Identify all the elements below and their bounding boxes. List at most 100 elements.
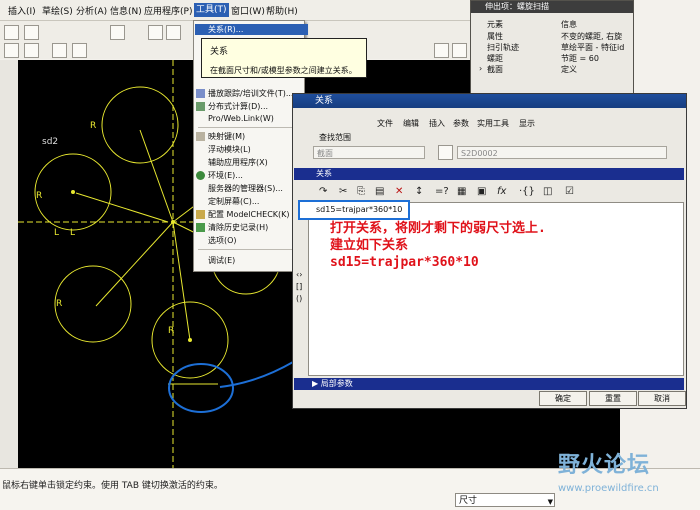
menu-item-environment[interactable]: 环境(E)... — [208, 170, 243, 181]
menu-separator — [198, 249, 298, 250]
status-message: 鼠标右键单击锁定约束。使用 TAB 键切换激活的约束。 — [2, 481, 223, 491]
operators-icon[interactable]: ·{} — [519, 186, 535, 197]
side-chevron-icon[interactable]: ‹› — [296, 270, 302, 279]
annotation-line: 建立如下关系 — [330, 238, 409, 253]
play-trail-icon — [196, 89, 205, 98]
dialog-menu-display[interactable]: 显示 — [519, 118, 535, 129]
feature-row-name[interactable]: 螺距 — [487, 53, 503, 64]
distributed-computing-icon — [196, 102, 205, 111]
help-pointer-icon[interactable] — [52, 43, 67, 58]
modelcheck-icon — [196, 210, 205, 219]
menu-item-play-trail[interactable]: 播放跟踪/培训文件(T)... — [208, 88, 293, 99]
watermark-url: www.proewildfire.cn — [558, 483, 659, 494]
feature-info-panel: 伸出项：螺旋扫描 元素 信息 属性 不变的螺距, 右旋 扫引轨迹 草绘平面 - … — [470, 0, 634, 94]
cancel-button[interactable]: 取消 — [638, 391, 686, 406]
ok-button[interactable]: 确定 — [539, 391, 587, 406]
paste-icon[interactable]: ▤ — [375, 186, 384, 197]
sort-icon[interactable]: ◫ — [543, 186, 552, 197]
switch-dims-icon[interactable]: ↕ — [415, 186, 423, 197]
feature-row-value: 节距 = 60 — [561, 54, 599, 63]
annotation-line: 打开关系，将刚才剩下的弱尺寸选上. — [330, 221, 546, 236]
menu-item-relations[interactable]: 关系(R)... — [195, 24, 308, 35]
reset-button[interactable]: 重置 — [589, 391, 637, 406]
function-icon[interactable]: fx — [497, 186, 506, 197]
model-select[interactable]: S2D0002 — [457, 146, 667, 159]
undo-icon[interactable] — [4, 25, 19, 40]
evaluate-icon[interactable]: =? — [435, 186, 449, 197]
view-icon[interactable] — [110, 25, 125, 40]
check-icon[interactable]: ☑ — [565, 186, 574, 197]
line-tool-icon[interactable] — [434, 43, 449, 58]
arc-tool-icon[interactable] — [452, 43, 467, 58]
relations-section-header[interactable]: 关系 — [294, 168, 684, 180]
parameters-icon[interactable]: ▣ — [477, 186, 486, 197]
tooltip-title: 关系 — [210, 47, 229, 57]
radius-label: R — [90, 121, 96, 131]
pick-pointer-icon[interactable] — [438, 145, 453, 160]
menu-window[interactable]: 窗口(W) — [231, 4, 265, 17]
feature-row-value: 定义 — [561, 65, 577, 74]
side-bracket-icon[interactable]: [] — [296, 282, 302, 291]
expand-arrow-icon: ▶ — [312, 379, 319, 388]
menu-item-modelcheck[interactable]: 配置 ModelCHECK(K) — [208, 209, 290, 220]
dialog-menu-utilities[interactable]: 实用工具 — [477, 118, 509, 129]
selection-filter-select[interactable]: 尺寸 ▼ — [455, 493, 555, 507]
feature-panel-title: 伸出项：螺旋扫描 — [471, 1, 633, 13]
menu-item-auxiliary-apps[interactable]: 辅助应用程序(X) — [208, 157, 268, 168]
menu-analysis[interactable]: 分析(A) — [76, 4, 107, 17]
feature-col-info: 信息 — [561, 20, 577, 29]
redo-icon[interactable]: ↷ — [319, 186, 327, 197]
menu-tools[interactable]: 工具(T) — [194, 3, 229, 17]
select-icon[interactable] — [4, 43, 19, 58]
watermark-logo-text: 野火论坛 — [558, 453, 651, 478]
sketch-view-icon[interactable] — [148, 25, 163, 40]
menu-item-customize-screen[interactable]: 定制屏幕(C)... — [208, 196, 259, 207]
feature-row-name[interactable]: 截面 — [487, 64, 503, 75]
feature-row-name[interactable]: 属性 — [487, 31, 503, 42]
lookin-select[interactable]: 截面 — [313, 146, 425, 159]
local-params-header[interactable]: ▶ 局部参数 — [294, 378, 684, 390]
relation-entry[interactable]: sd15=trajpar*360*10 — [298, 200, 410, 220]
close-sketch-icon[interactable] — [72, 43, 87, 58]
feature-row-value: 草绘平面 - 特征id — [561, 43, 625, 52]
menu-help[interactable]: 帮助(H) — [266, 4, 298, 17]
radius-label: R — [56, 299, 62, 309]
menu-item-options[interactable]: 选项(O) — [208, 235, 237, 246]
cut-icon[interactable]: ✂ — [339, 186, 347, 197]
expand-chevron-icon[interactable]: › — [479, 64, 482, 73]
annotation-line: sd15=trajpar*360*10 — [330, 255, 479, 270]
relations-tooltip: 关系 在截面尺寸和/或模型参数之间建立关系。 — [201, 38, 367, 78]
line-label: L — [54, 228, 59, 238]
callout-circle — [168, 363, 234, 413]
menu-item-mapkeys[interactable]: 映射键(M) — [208, 131, 245, 142]
menu-item-floating-modules[interactable]: 浮动模块(L) — [208, 144, 251, 155]
dialog-menu-edit[interactable]: 编辑 — [403, 118, 419, 129]
menu-item-distributed-computing[interactable]: 分布式计算(D)... — [208, 101, 268, 112]
menu-info[interactable]: 信息(N) — [110, 4, 142, 17]
menu-applications[interactable]: 应用程序(P) — [144, 4, 192, 17]
environment-icon — [196, 171, 205, 180]
menu-insert[interactable]: 插入(I) — [8, 4, 36, 17]
dialog-menu-insert[interactable]: 插入 — [429, 118, 445, 129]
local-params-label: 局部参数 — [320, 379, 353, 388]
feature-row-name[interactable]: 扫引轨迹 — [487, 42, 519, 53]
left-toolbar — [0, 60, 19, 468]
line-label: L — [70, 228, 75, 238]
insert-dimension-icon[interactable]: ▦ — [457, 186, 466, 197]
regenerate-icon[interactable] — [166, 25, 181, 40]
menu-sketch[interactable]: 草绘(S) — [42, 4, 73, 17]
redo-icon[interactable] — [24, 25, 39, 40]
sketcher-tool-icon[interactable] — [24, 43, 39, 58]
tooltip-description: 在截面尺寸和/或模型参数之间建立关系。 — [210, 66, 357, 75]
dialog-menu-parameters[interactable]: 参数 — [453, 118, 469, 129]
side-paren-icon[interactable]: () — [296, 294, 302, 303]
menu-item-weblink[interactable]: Pro/Web.Link(W) — [208, 114, 274, 123]
menu-item-clear-history[interactable]: 清除历史记录(H) — [208, 222, 268, 233]
menu-separator — [198, 127, 298, 128]
copy-icon[interactable]: ⎘ — [357, 186, 365, 197]
menu-item-server-manager[interactable]: 服务器的管理器(S)... — [208, 183, 283, 194]
menu-item-debug[interactable]: 调试(E) — [208, 255, 235, 266]
dialog-menu-file[interactable]: 文件 — [377, 118, 393, 129]
feature-row-value: 不变的螺距, 右旋 — [561, 32, 623, 41]
delete-icon[interactable]: ✕ — [395, 186, 403, 197]
